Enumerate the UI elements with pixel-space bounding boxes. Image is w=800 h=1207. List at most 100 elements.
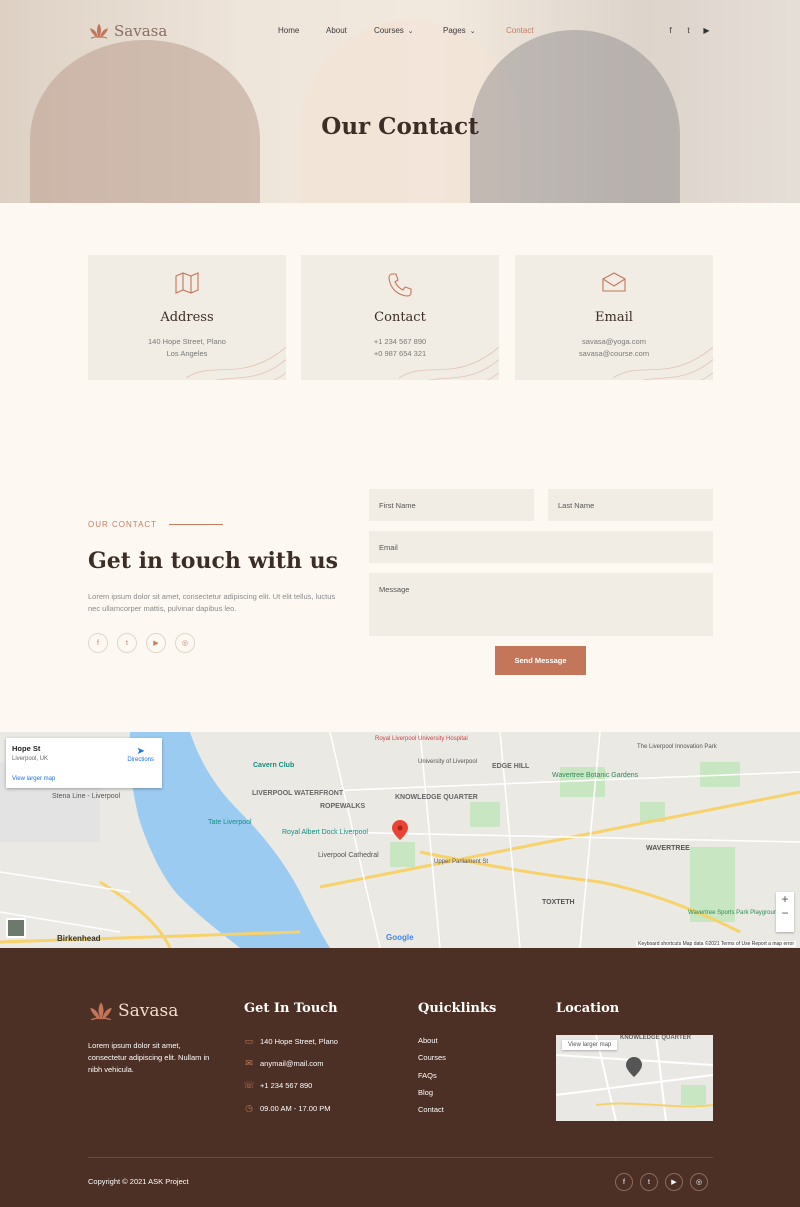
footer-divider — [88, 1157, 713, 1158]
map-label: Tate Liverpool — [208, 819, 252, 826]
nav-pages[interactable]: Pages ⌄ — [443, 26, 476, 35]
email-placeholder: Email — [379, 543, 398, 552]
facebook-icon[interactable]: f — [615, 1173, 633, 1191]
nav-contact[interactable]: Contact — [506, 26, 534, 35]
card-title: Address — [160, 310, 214, 325]
first-name-placeholder: First Name — [379, 501, 416, 510]
map-label: Wavertree Sports Park Playground — [688, 910, 781, 916]
phone-icon: ☏ — [243, 1079, 255, 1090]
footer-description: Lorem ipsum dolor sit amet, consectetur … — [88, 1041, 210, 1074]
twitter-icon[interactable]: t — [684, 26, 693, 35]
map-label: Liverpool Cathedral — [318, 852, 379, 859]
map-label: Stena Line - Liverpool — [52, 793, 121, 800]
card-title: Email — [595, 310, 633, 325]
nav-courses-label: Courses — [374, 26, 404, 35]
header-social: f t ▶ — [666, 26, 711, 35]
footer-social: f t ▶ ◎ — [615, 1173, 708, 1191]
nav-contact-label: Contact — [506, 26, 534, 35]
directions-label: Directions — [127, 757, 154, 763]
map-label: Royal Albert Dock Liverpool — [282, 829, 368, 836]
nav-home-label: Home — [278, 26, 300, 35]
instagram-icon[interactable]: ◎ — [690, 1173, 708, 1191]
envelope-icon: ✉ — [245, 1057, 253, 1068]
map-label: Upper Parliament St — [434, 859, 489, 865]
map-label: EDGE HILL — [492, 763, 530, 770]
card-line: Los Angeles — [166, 349, 208, 358]
message-placeholder: Message — [379, 585, 410, 594]
chevron-down-icon: ⌄ — [407, 27, 414, 35]
nav-pages-label: Pages — [443, 26, 466, 35]
footer-minimap[interactable]: View larger map KNOWLEDGE QUARTER — [556, 1035, 713, 1121]
twitter-icon[interactable]: t — [640, 1173, 658, 1191]
facebook-icon[interactable]: f — [666, 26, 675, 35]
map-embed[interactable]: Cavern Club LIVERPOOL WATERFRONT ROPEWAL… — [0, 732, 800, 948]
footer-link-contact[interactable]: Contact — [418, 1105, 444, 1114]
map-attribution[interactable]: Keyboard shortcuts Map data ©2021 Terms … — [636, 941, 796, 947]
get-in-touch-heading: Get In Touch — [244, 1001, 338, 1016]
twitter-icon[interactable]: t — [117, 633, 137, 653]
youtube-icon[interactable]: ▶ — [146, 633, 166, 653]
youtube-icon[interactable]: ▶ — [665, 1173, 683, 1191]
map-icon: ▭ — [244, 1035, 254, 1046]
view-larger-map-link[interactable]: View larger map — [12, 776, 55, 782]
satellite-toggle[interactable] — [6, 918, 26, 938]
send-message-button[interactable]: Send Message — [495, 646, 586, 675]
phone-icon — [301, 272, 499, 298]
contact-heading: Get in touch with us — [88, 548, 338, 574]
footer-hours-text: 09.00 AM - 17.00 PM — [260, 1103, 331, 1113]
card-line: +1 234 567 890 — [373, 337, 427, 346]
last-name-field[interactable]: Last Name — [548, 489, 713, 521]
directions-icon: ➤ — [136, 746, 145, 757]
card-title: Contact — [374, 310, 426, 325]
hero-section: Savasa Home About Courses ⌄ Pages ⌄ Contac… — [0, 0, 800, 203]
map-label: ROPEWALKS — [320, 803, 366, 810]
footer-link-courses[interactable]: Courses — [418, 1053, 446, 1062]
zoom-in-button[interactable]: + — [776, 892, 794, 906]
message-field[interactable]: Message — [369, 573, 713, 636]
first-name-field[interactable]: First Name — [369, 489, 534, 521]
footer-link-faqs[interactable]: FAQs — [418, 1071, 437, 1080]
chevron-down-icon: ⌄ — [469, 27, 476, 35]
zoom-out-button[interactable]: − — [776, 906, 794, 920]
site-logo[interactable]: Savasa — [88, 22, 167, 40]
map-pin-icon — [626, 1057, 642, 1077]
quicklinks-heading: Quicklinks — [418, 1001, 497, 1016]
map-label: Birkenhead — [57, 934, 101, 943]
footer-link-about[interactable]: About — [418, 1036, 438, 1045]
minimap-larger-link[interactable]: View larger map — [562, 1040, 618, 1050]
facebook-icon[interactable]: f — [88, 633, 108, 653]
site-footer: Savasa Lorem ipsum dolor sit amet, conse… — [0, 948, 800, 1207]
email-card: Email savasa@yoga.com savasa@course.com — [515, 255, 713, 380]
directions-button[interactable]: ➤ Directions — [127, 746, 154, 763]
clock-icon: ◷ — [245, 1102, 253, 1113]
footer-logo[interactable]: Savasa — [88, 1000, 178, 1022]
minimap-label: KNOWLEDGE QUARTER — [620, 1035, 691, 1041]
footer-phone[interactable]: ☏ +1 234 567 890 — [243, 1079, 313, 1090]
footer-email-text: anymail@mail.com — [260, 1058, 324, 1068]
nav-home[interactable]: Home — [278, 26, 299, 35]
nav-courses[interactable]: Courses ⌄ — [374, 26, 414, 35]
copyright-text: Copyright © 2021 ASK Project — [88, 1177, 189, 1186]
nav-about[interactable]: About — [326, 26, 347, 35]
google-logo: Google — [386, 933, 414, 942]
map-label: Wavertree Botanic Gardens — [552, 772, 639, 779]
section-eyebrow: OUR CONTACT — [88, 520, 224, 529]
logo-text: Savasa — [114, 22, 168, 40]
youtube-icon[interactable]: ▶ — [702, 26, 711, 35]
footer-address: ▭ 140 Hope Street, Plano — [244, 1036, 338, 1046]
lotus-icon — [90, 23, 108, 39]
card-line: savasa@yoga.com — [582, 337, 646, 346]
lotus-icon — [90, 1002, 112, 1021]
footer-link-blog[interactable]: Blog — [418, 1088, 433, 1097]
map-info-box: Hope St Liverpool, UK View larger map ➤ … — [6, 738, 162, 788]
contact-social: f t ▶ ◎ — [88, 633, 195, 653]
map-label: The Liverpool Innovation Park — [637, 744, 717, 750]
instagram-icon[interactable]: ◎ — [175, 633, 195, 653]
page-title: Our Contact — [321, 113, 479, 140]
footer-email[interactable]: ✉ anymail@mail.com — [244, 1058, 323, 1068]
contact-description: Lorem ipsum dolor sit amet, consectetur … — [88, 592, 336, 613]
last-name-placeholder: Last Name — [558, 501, 595, 510]
footer-phone-text: +1 234 567 890 — [260, 1080, 313, 1090]
email-field[interactable]: Email — [369, 531, 713, 563]
map-label: KNOWLEDGE QUARTER — [395, 794, 478, 801]
